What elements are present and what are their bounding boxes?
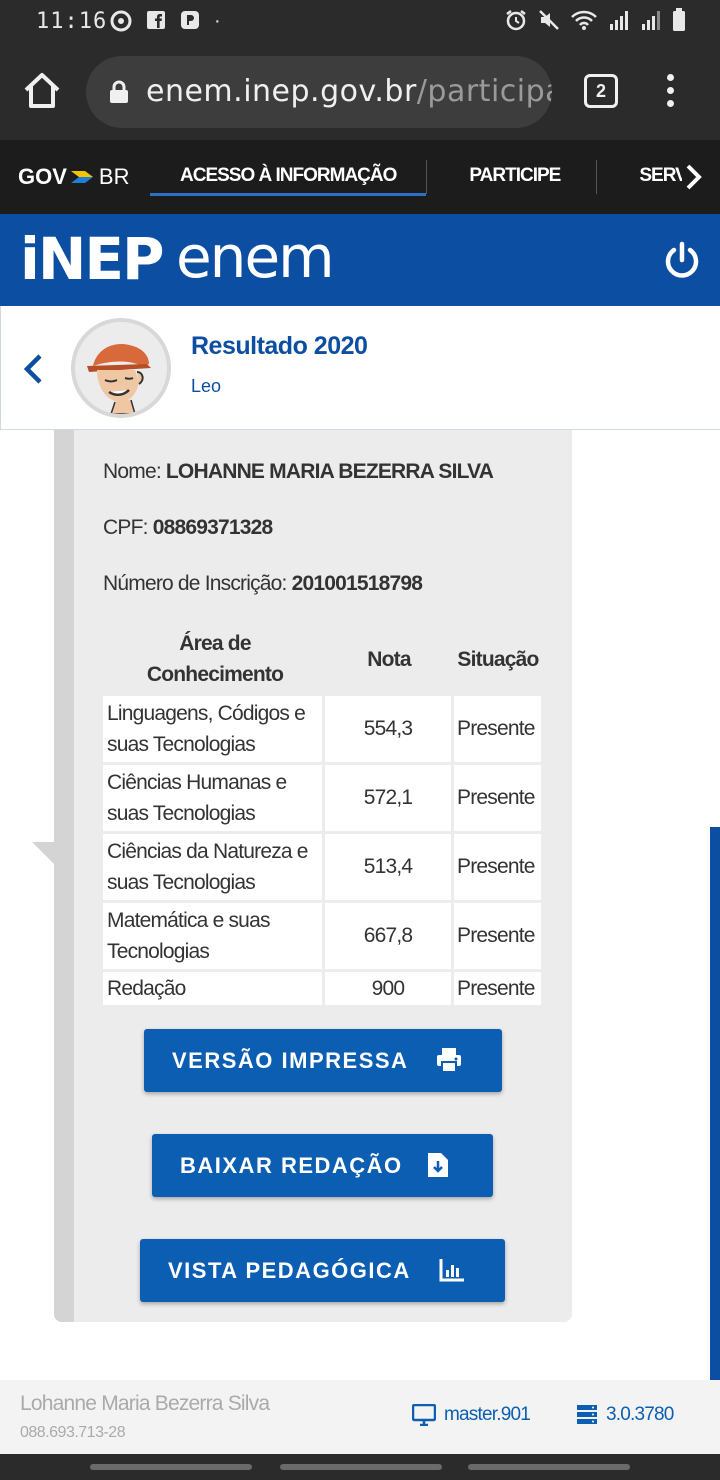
cell-situacao: Presente [454, 765, 541, 831]
cell-nota: 900 [325, 972, 451, 1005]
footer: Lohanne Maria Bezerra Silva 088.693.713-… [0, 1380, 720, 1454]
col-header-situacao: Situação [457, 648, 539, 671]
table-row: Ciências Humanas e suas Tecnologias 572,… [103, 765, 541, 831]
inep-header: iNEP enem [0, 214, 720, 306]
system-status-icons [504, 8, 686, 32]
facebook-icon [147, 11, 165, 29]
chevron-right-icon[interactable] [682, 162, 704, 192]
signal-icon [610, 11, 628, 30]
system-nav-bar [0, 1454, 720, 1480]
result-header: Resultado 2020 Leo [0, 306, 720, 430]
address-bar[interactable]: enem.inep.gov.br/participante [86, 56, 552, 128]
cell-nota: 667,8 [325, 903, 451, 969]
footer-version: master.901 [412, 1404, 531, 1426]
participant-name: Nome: LOHANNE MARIA BEZERRA SILVA [103, 460, 494, 484]
footer-build-text: 3.0.3780 [606, 1404, 674, 1425]
name-label: Nome: [103, 460, 162, 483]
avatar-cartoon-image [75, 322, 167, 414]
url-path: /participante [416, 74, 552, 109]
more-notifications-dot: · [214, 10, 221, 32]
name-value: LOHANNE MARIA BEZERRA SILVA [165, 460, 494, 483]
cell-area: Linguagens, Códigos e suas Tecnologias [103, 696, 322, 762]
footer-user-cpf: 088.693.713-28 [20, 1424, 126, 1441]
nav-back-handle[interactable] [468, 1464, 630, 1470]
gov-nav-acesso-informacao[interactable]: ACESSO À INFORMAÇÃO [150, 140, 427, 214]
file-download-icon [428, 1153, 448, 1177]
download-essay-label: BAIXAR REDAÇÃO [180, 1152, 403, 1178]
page-title: Resultado 2020 [191, 332, 368, 360]
cell-area: Ciências da Natureza e suas Tecnologias [103, 834, 322, 900]
app-p-icon [181, 11, 199, 29]
back-chevron-icon[interactable] [21, 352, 45, 386]
home-icon[interactable] [20, 68, 64, 112]
table-row: Ciências da Natureza e suas Tecnologias … [103, 834, 541, 900]
url-text: enem.inep.gov.br/participante [146, 74, 552, 109]
footer-user-name: Lohanne Maria Bezerra Silva [20, 1392, 270, 1415]
printer-icon [437, 1048, 461, 1073]
print-version-button[interactable]: VERSÃO IMPRESSA [144, 1029, 502, 1092]
pedagogic-view-button[interactable]: VISTA PEDAGÓGICA [140, 1239, 505, 1302]
enem-logo: enem [176, 223, 335, 291]
cpf-value: 08869371328 [152, 516, 273, 539]
status-time: 11:16 [36, 9, 108, 34]
chrome-icon [110, 10, 132, 32]
monitor-icon [412, 1404, 436, 1426]
gov-nav: ACESSO À INFORMAÇÃO PARTICIPE SERVIÇ [150, 140, 720, 214]
inscricao-value: 201001518798 [291, 572, 423, 595]
table-row: Redação 900 Presente [103, 972, 541, 1005]
col-header-nota: Nota [367, 648, 411, 671]
more-menu-icon[interactable] [660, 74, 680, 114]
power-icon[interactable] [662, 240, 702, 280]
lock-icon [110, 80, 128, 103]
signal-icon-2 [642, 11, 660, 30]
avatar [71, 318, 171, 418]
cell-situacao: Presente [454, 903, 541, 969]
cell-nota: 513,4 [325, 834, 451, 900]
inscricao-label: Número de Inscrição: [103, 572, 287, 595]
tab-switcher-button[interactable]: 2 [584, 74, 618, 108]
table-row: Matemática e suas Tecnologias 667,8 Pres… [103, 903, 541, 969]
page-subtitle: Leo [191, 376, 222, 396]
card-pointer [32, 842, 54, 864]
notification-icons: · [110, 10, 221, 33]
server-icon [577, 1405, 597, 1424]
url-host: enem.inep.gov.br [146, 74, 417, 109]
gov-nav-participe[interactable]: PARTICIPE [427, 140, 596, 214]
gov-logo-text: GOV [18, 164, 67, 189]
cell-situacao: Presente [454, 972, 541, 1005]
wifi-icon [571, 10, 597, 30]
bar-chart-icon [439, 1259, 464, 1282]
nav-recents-handle[interactable] [90, 1464, 252, 1470]
download-essay-button[interactable]: BAIXAR REDAÇÃO [152, 1134, 493, 1197]
inep-logo: iNEP [20, 225, 165, 293]
status-bar: 11:16 · [0, 0, 720, 44]
cell-area: Redação [103, 972, 322, 1005]
cpf-label: CPF: [103, 516, 148, 539]
participant-inscricao: Número de Inscrição: 201001518798 [103, 572, 423, 596]
mute-icon [539, 10, 559, 30]
pedagogic-view-label: VISTA PEDAGÓGICA [168, 1257, 411, 1283]
footer-build: 3.0.3780 [576, 1404, 674, 1426]
browser-toolbar: enem.inep.gov.br/participante 2 [0, 44, 720, 140]
cell-situacao: Presente [454, 834, 541, 900]
participant-cpf: CPF: 08869371328 [103, 516, 273, 540]
right-accent-bar [710, 827, 720, 1380]
cell-area: Ciências Humanas e suas Tecnologias [103, 765, 322, 831]
nav-home-handle[interactable] [280, 1464, 442, 1470]
battery-icon [673, 8, 685, 31]
cell-nota: 554,3 [325, 696, 451, 762]
cell-nota: 572,1 [325, 765, 451, 831]
br-logo-text: BR [98, 164, 130, 189]
gov-br-logo[interactable]: GOV BR [18, 164, 129, 190]
col-header-area: Área de Conhecimento [146, 632, 284, 686]
cell-situacao: Presente [454, 696, 541, 762]
table-row: Linguagens, Códigos e suas Tecnologias 5… [103, 696, 541, 762]
gov-bar: GOV BR ACESSO À INFORMAÇÃO PARTICIPE SER… [0, 140, 720, 214]
print-version-label: VERSÃO IMPRESSA [172, 1047, 409, 1073]
alarm-icon [506, 10, 526, 31]
timeline-rail [54, 430, 74, 1322]
cell-area: Matemática e suas Tecnologias [103, 903, 322, 969]
gov-logo-arrow [70, 171, 93, 183]
footer-version-text: master.901 [444, 1404, 531, 1425]
